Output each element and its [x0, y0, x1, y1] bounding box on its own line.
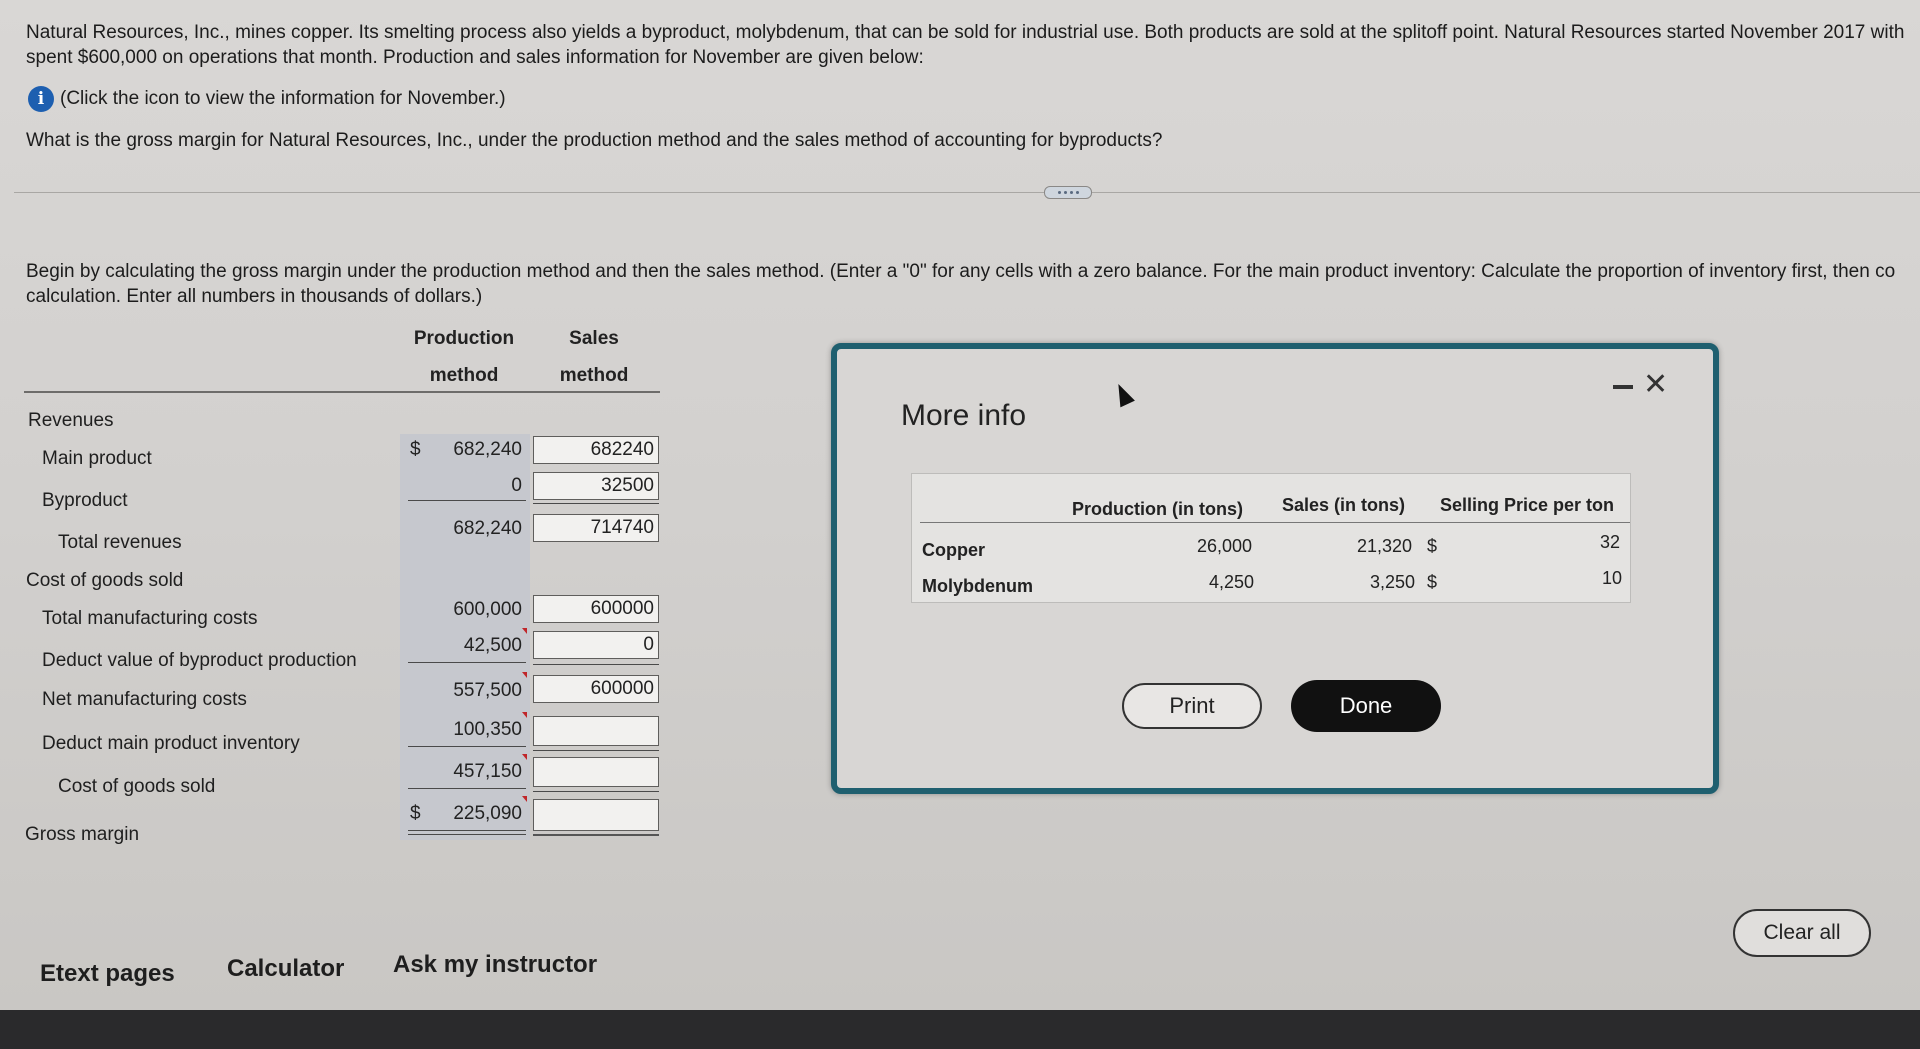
row-name: Molybdenum: [922, 576, 1033, 596]
calculator-link[interactable]: Calculator: [227, 955, 344, 983]
label-total-mfg: Total manufacturing costs: [42, 608, 258, 629]
sales-gross-margin-input[interactable]: [533, 799, 659, 831]
row-production: 26,000: [1197, 536, 1253, 556]
prod-double-underline: [408, 834, 526, 835]
info-hint-text: (Click the icon to view the information …: [60, 88, 506, 109]
prod-flag: [522, 754, 527, 760]
prod-deduct-byproduct: 42,500: [463, 635, 522, 656]
question-page: Natural Resources, Inc., mines copper. I…: [0, 0, 1920, 1010]
label-main-product: Main product: [42, 448, 152, 469]
sales-main-product-input[interactable]: [533, 436, 659, 464]
label-cogs-header: Cost of goods sold: [26, 570, 184, 591]
prod-underline: [408, 500, 526, 501]
table-rule: [920, 522, 1630, 523]
production-header-2: method: [429, 365, 499, 386]
header-price: Selling Price per ton: [1440, 495, 1615, 515]
sales-underline: [533, 791, 659, 792]
row-production: 4,250: [1209, 572, 1255, 592]
question-text: What is the gross margin for Natural Res…: [26, 130, 1163, 151]
prod-deduct-inventory: 100,350: [453, 719, 522, 740]
label-total-revenues: Total revenues: [58, 532, 182, 553]
prod-flag: [522, 672, 527, 678]
prod-total-revenues: 682,240: [453, 518, 522, 539]
row-price: 32: [1600, 532, 1621, 552]
prod-underline: [408, 746, 526, 747]
sales-net-mfg-input[interactable]: [533, 675, 659, 703]
row-currency: $: [1427, 572, 1438, 592]
done-button[interactable]: Done: [1291, 680, 1441, 732]
row-name: Copper: [922, 540, 985, 560]
prod-cogs: 457,150: [453, 761, 522, 782]
prod-flag: [522, 796, 527, 802]
screen-bezel: [0, 1010, 1920, 1049]
sales-underline: [533, 750, 659, 751]
prod-total-mfg: 600,000: [453, 599, 522, 620]
sales-deduct-inventory-input[interactable]: [533, 716, 659, 746]
sales-header-2: method: [559, 365, 629, 386]
info-icon[interactable]: i: [28, 86, 54, 112]
section-divider: [14, 192, 1920, 193]
header-rule: [24, 391, 660, 393]
prod-underline: [408, 788, 526, 789]
clear-all-button[interactable]: Clear all: [1733, 909, 1871, 957]
prod-net-mfg: 557,500: [453, 680, 522, 701]
header-production: Production (in tons): [1072, 499, 1243, 519]
sales-double-underline: [533, 834, 659, 836]
sales-byproduct-input[interactable]: [533, 472, 659, 500]
sales-header-1: Sales: [569, 328, 619, 349]
more-info-dialog: More info ✕ Production (in tons) Sales (…: [831, 343, 1719, 794]
sales-deduct-byproduct-input[interactable]: [533, 631, 659, 659]
row-sales: 3,250: [1370, 572, 1416, 592]
row-sales: 21,320: [1357, 536, 1413, 556]
label-byproduct: Byproduct: [42, 490, 128, 511]
dialog-title: More info: [901, 399, 1027, 432]
problem-text-line2: spent $600,000 on operations that month.…: [26, 47, 924, 68]
instructions-line1: Begin by calculating the gross margin un…: [26, 261, 1896, 282]
sales-underline: [533, 664, 659, 665]
divider-handle[interactable]: [1044, 186, 1092, 199]
prod-double-underline: [408, 830, 526, 831]
prod-underline: [408, 662, 526, 663]
ask-instructor-link[interactable]: Ask my instructor: [393, 951, 597, 979]
problem-text-line1: Natural Resources, Inc., mines copper. I…: [26, 22, 1905, 43]
label-deduct-byproduct: Deduct value of byproduct production: [42, 650, 357, 671]
label-net-mfg: Net manufacturing costs: [42, 689, 247, 710]
prod-main-product: 682,240: [453, 439, 522, 460]
label-deduct-inventory: Deduct main product inventory: [42, 733, 300, 754]
print-button[interactable]: Print: [1122, 683, 1262, 729]
prod-flag: [522, 712, 527, 718]
sales-underline: [533, 503, 659, 504]
info-table: Production (in tons) Sales (in tons) Sel…: [911, 473, 1631, 603]
production-header-1: Production: [413, 328, 515, 349]
prod-flag: [522, 628, 527, 634]
row-price: 10: [1602, 568, 1623, 588]
row-currency: $: [1427, 536, 1438, 556]
close-icon[interactable]: ✕: [1643, 367, 1668, 402]
label-cogs: Cost of goods sold: [58, 776, 216, 797]
sales-total-revenues-input[interactable]: [533, 514, 659, 542]
sales-total-mfg-input[interactable]: [533, 595, 659, 623]
label-gross-margin: Gross margin: [25, 824, 140, 845]
prod-gross-margin: 225,090: [453, 803, 522, 824]
info-hint: i (Click the icon to view the informatio…: [28, 86, 506, 112]
prod-byproduct: 0: [511, 475, 522, 496]
etext-pages-link[interactable]: Etext pages: [40, 960, 175, 988]
label-revenues: Revenues: [28, 410, 114, 431]
minimize-icon[interactable]: [1613, 385, 1633, 389]
sales-cogs-input[interactable]: [533, 757, 659, 787]
header-sales: Sales (in tons): [1282, 495, 1406, 515]
instructions-line2: calculation. Enter all numbers in thousa…: [26, 286, 483, 307]
